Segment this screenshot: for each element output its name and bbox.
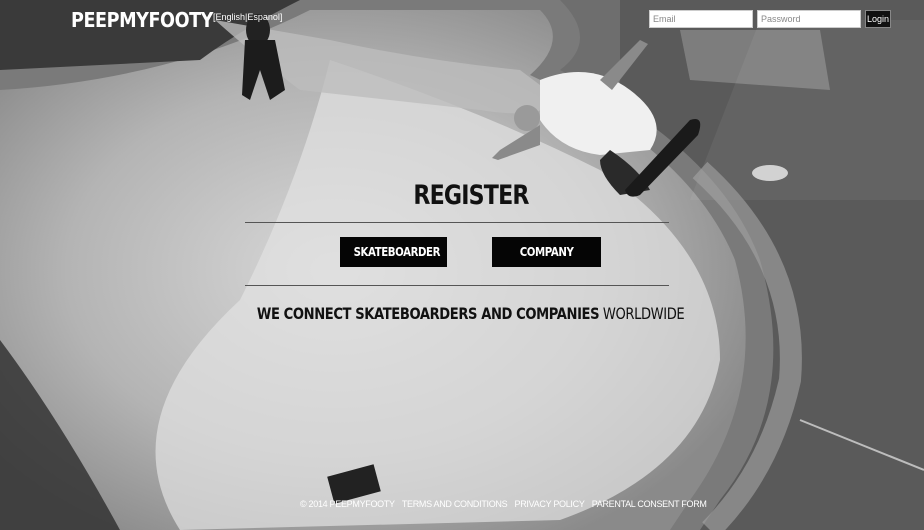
lang-english-link[interactable]: English bbox=[216, 12, 246, 22]
lang-spanish-link[interactable]: Espanol bbox=[247, 12, 280, 22]
language-switcher: [English|Espanol] bbox=[213, 12, 282, 22]
register-heading: REGISTER bbox=[413, 180, 529, 211]
terms-link[interactable]: TERMS AND CONDITIONS bbox=[402, 499, 508, 509]
divider-bottom bbox=[245, 285, 669, 286]
company-label: COMPANY bbox=[519, 245, 574, 259]
site-logo[interactable]: PEEPMYFOOTY bbox=[71, 8, 213, 32]
tagline-rest: WORLDWIDE bbox=[603, 304, 685, 323]
register-skateboarder-button[interactable]: SKATEBOARDER bbox=[340, 237, 447, 267]
tagline-bold: WE CONNECT SKATEBOARDERS AND COMPANIES bbox=[257, 304, 600, 323]
password-field[interactable] bbox=[757, 10, 861, 28]
copyright-text: © 2014 PEEPMYFOOTY bbox=[300, 499, 395, 509]
login-button[interactable]: Login bbox=[865, 10, 891, 28]
footer: © 2014 PEEPMYFOOTY TERMS AND CONDITIONS … bbox=[300, 499, 712, 509]
lang-bracket-close: ] bbox=[279, 12, 283, 22]
parental-consent-link[interactable]: PARENTAL CONSENT FORM bbox=[592, 499, 707, 509]
top-bar: PEEPMYFOOTY [English|Espanol] Login bbox=[0, 0, 924, 36]
tagline: WE CONNECT SKATEBOARDERS AND COMPANIES W… bbox=[0, 304, 924, 323]
divider-top bbox=[245, 222, 669, 223]
email-field[interactable] bbox=[649, 10, 753, 28]
skateboarder-label: SKATEBOARDER bbox=[353, 245, 441, 259]
background-photo bbox=[0, 0, 924, 530]
register-company-button[interactable]: COMPANY bbox=[492, 237, 601, 267]
privacy-link[interactable]: PRIVACY POLICY bbox=[515, 499, 585, 509]
